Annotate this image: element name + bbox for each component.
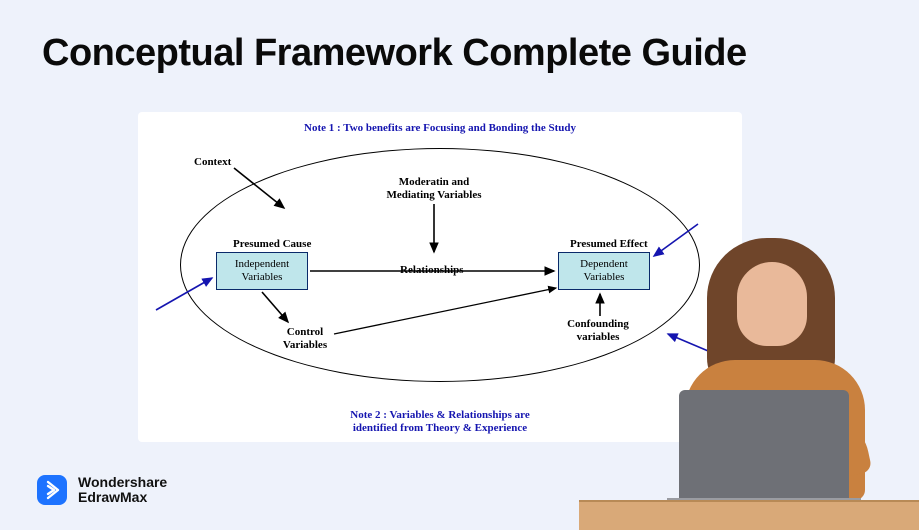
desk	[579, 500, 919, 530]
brand-text: Wondershare EdrawMax	[78, 475, 167, 506]
brand-line1: Wondershare	[78, 475, 167, 490]
person-illustration	[579, 220, 919, 530]
brand-line2: EdrawMax	[78, 490, 167, 505]
note-2: Note 2 : Variables & Relationships are i…	[350, 409, 529, 437]
laptop-screen	[679, 390, 849, 500]
page-title: Conceptual Framework Complete Guide	[42, 32, 747, 75]
person-face	[737, 262, 807, 346]
brand-logo: Wondershare EdrawMax	[36, 474, 167, 506]
edrawmax-icon	[36, 474, 68, 506]
